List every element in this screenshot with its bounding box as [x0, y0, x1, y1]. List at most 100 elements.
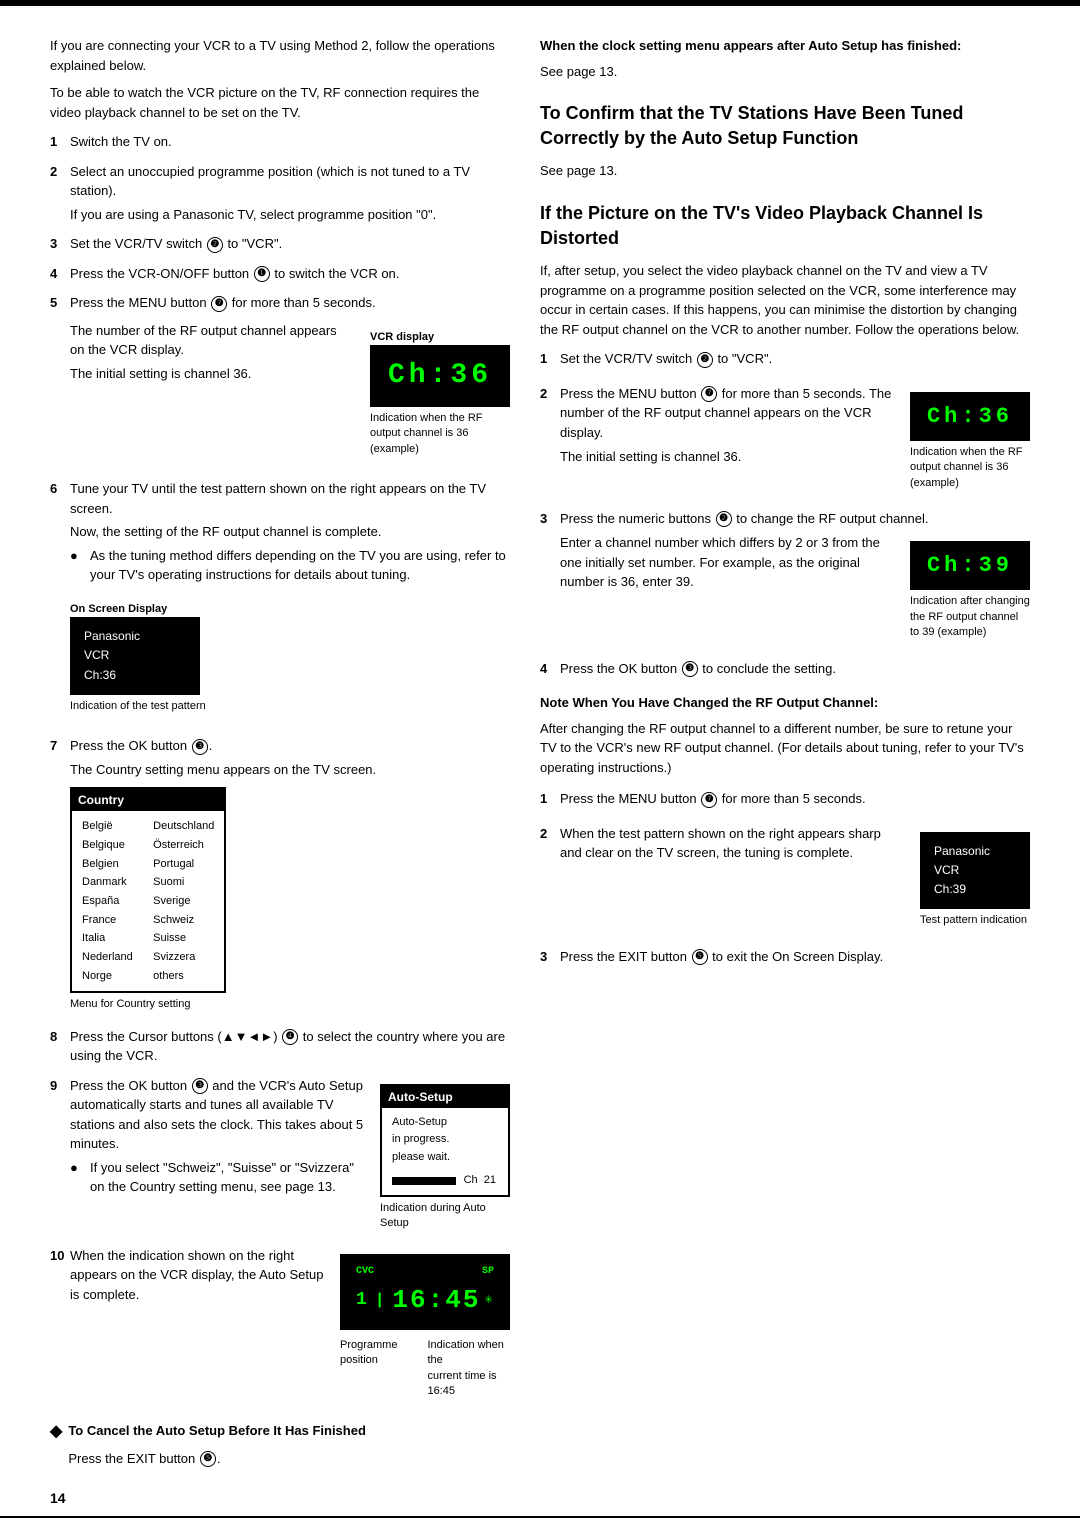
distorted-intro: If, after setup, you select the video pl… — [540, 261, 1030, 339]
onscreen-ch39-vcr: VCR — [934, 861, 1016, 880]
final-step-2: 2 When the test pattern shown on the rig… — [540, 824, 1030, 937]
bottom-rule — [0, 1516, 1080, 1518]
intro-para-1: If you are connecting your VCR to a TV u… — [50, 36, 510, 75]
step-5-extra2: The initial setting is channel 36. — [70, 364, 350, 384]
final-step-1-text: Press the MENU button ❼ for more than 5 … — [560, 789, 1030, 809]
vcr-display-ch36-right: Ch:36 — [910, 392, 1030, 441]
cancel-heading: To Cancel the Auto Setup Before It Has F… — [68, 1423, 366, 1438]
onscreen-ch36: Ch:36 — [84, 666, 186, 685]
autosetup-progress — [392, 1177, 456, 1185]
step-6-num: 6 — [50, 479, 70, 730]
cancel-text: Press the EXIT button ❺. — [68, 1449, 366, 1469]
country-header: Country — [72, 789, 224, 811]
right-step-3: 3 Press the numeric buttons ❷ to change … — [540, 509, 1030, 649]
vcr-display-ch36-step5: Ch:36 — [370, 345, 510, 407]
clock-heading: When the clock setting menu appears afte… — [540, 38, 961, 53]
step-10: 10 When the indication shown on the righ… — [50, 1246, 510, 1408]
onscreen-panasonic: Panasonic — [84, 627, 186, 646]
onscreen-display-6: Panasonic VCR Ch:36 — [70, 617, 200, 695]
clock-section: When the clock setting menu appears afte… — [540, 36, 1030, 81]
final-step-1: 1 Press the MENU button ❼ for more than … — [540, 789, 1030, 814]
step-10-text: When the indication shown on the right a… — [70, 1246, 324, 1305]
right-step-2-extra: The initial setting is channel 36. — [560, 447, 894, 467]
right-step-2-text: Press the MENU button ❼ for more than 5 … — [560, 384, 894, 443]
autosetup-ch-label: Ch 21 — [464, 1172, 496, 1189]
right-final-list: 1 Press the MENU button ❼ for more than … — [540, 789, 1030, 971]
vcr-display-ch39: Ch:39 — [910, 541, 1030, 590]
right-column: When the clock setting menu appears afte… — [540, 36, 1030, 1476]
page-number: 14 — [50, 1490, 66, 1506]
vcr-time-display: CVC SP 1 | 16:45 ✳ — [340, 1254, 510, 1330]
final-step-3: 3 Press the EXIT button ❺ to exit the On… — [540, 947, 1030, 972]
vcr-display-caption-right-2: Indication when the RF output channel is… — [910, 445, 1030, 491]
autosetup-item2: in progress. — [392, 1131, 498, 1149]
step-9-text: Press the OK button ❸ and the VCR's Auto… — [70, 1076, 364, 1154]
final-step-2-num: 2 — [540, 824, 560, 937]
right-step-1-text: Set the VCR/TV switch ❷ to "VCR". — [560, 349, 1030, 369]
final-step-3-text: Press the EXIT button ❺ to exit the On S… — [560, 947, 1030, 967]
step-7-num: 7 — [50, 736, 70, 1021]
onscreen-vcr: VCR — [84, 646, 186, 665]
bullet-6: ● — [70, 546, 90, 585]
test-pattern-caption: Test pattern indication — [920, 913, 1027, 928]
step-1: 1 Switch the TV on. — [50, 132, 510, 156]
confirm-text: See page 13. — [540, 161, 1030, 181]
time-label: Indication when thecurrent time is 16:45 — [427, 1338, 510, 1400]
step-7: 7 Press the OK button ❸. The Country set… — [50, 736, 510, 1021]
step-6-text: Tune your TV until the test pattern show… — [70, 479, 510, 518]
step-9-num: 9 — [50, 1076, 70, 1240]
step-2-text: Select an unoccupied programme position … — [70, 162, 510, 201]
step-1-num: 1 — [50, 132, 70, 156]
final-step-3-num: 3 — [540, 947, 560, 972]
step-8-text: Press the Cursor buttons (▲▼◄►) ❹ to sel… — [70, 1027, 510, 1066]
clock-text: See page 13. — [540, 62, 1030, 82]
step-8-num: 8 — [50, 1027, 70, 1070]
vcr-display-label-5: VCR display — [370, 329, 434, 346]
step-5-num: 5 — [50, 293, 70, 473]
step-4-text: Press the VCR-ON/OFF button ❶ to switch … — [70, 264, 510, 284]
right-step-4-text: Press the OK button ❸ to conclude the se… — [560, 659, 1030, 679]
bullet-9: ● — [70, 1158, 90, 1197]
step-7-text: Press the OK button ❸. — [70, 736, 510, 756]
step-6: 6 Tune your TV until the test pattern sh… — [50, 479, 510, 730]
prog-num: 1 — [356, 1287, 367, 1314]
country-box: Country België Belgique Belgien Danmark … — [70, 787, 226, 993]
right-step-2: 2 Press the MENU button ❼ for more than … — [540, 384, 1030, 499]
autosetup-item3: please wait. — [392, 1149, 498, 1167]
step-5: 5 Press the MENU button ❼ for more than … — [50, 293, 510, 473]
right-step-3-text: Press the numeric buttons ❷ to change th… — [560, 509, 1030, 529]
autosetup-box: Auto-Setup Auto-Setup in progress. pleas… — [380, 1084, 510, 1197]
step-6-extra: Now, the setting of the RF output channe… — [70, 522, 510, 542]
final-step-2-text: When the test pattern shown on the right… — [560, 824, 904, 863]
step-4: 4 Press the VCR-ON/OFF button ❶ to switc… — [50, 264, 510, 288]
step-5-text: Press the MENU button ❼ for more than 5 … — [70, 293, 510, 313]
time-separator-left: | — [371, 1288, 389, 1312]
left-column: If you are connecting your VCR to a TV u… — [50, 36, 510, 1476]
note-heading: Note When You Have Changed the RF Output… — [540, 693, 1030, 713]
step-10-num: 10 — [50, 1246, 70, 1408]
right-step-4-num: 4 — [540, 659, 560, 684]
step-4-num: 4 — [50, 264, 70, 288]
right-step-4: 4 Press the OK button ❸ to conclude the … — [540, 659, 1030, 684]
step-6-bullet: As the tuning method differs depending o… — [90, 546, 510, 585]
vcr-display-caption-5: Indication when the RF output channel is… — [370, 411, 510, 457]
prog-label: Programmeposition — [340, 1338, 397, 1400]
step-2: 2 Select an unoccupied programme positio… — [50, 162, 510, 229]
autosetup-header: Auto-Setup — [382, 1086, 508, 1108]
onscreen-ch39-box: Panasonic VCR Ch:39 — [920, 832, 1030, 910]
autosetup-caption: Indication during Auto Setup — [380, 1201, 510, 1232]
step-7-extra: The Country setting menu appears on the … — [70, 760, 510, 780]
country-right: Deutschland Österreich Portugal Suomi Sv… — [153, 817, 214, 985]
sp-indicator: SP — [482, 1264, 494, 1279]
distorted-section: If the Picture on the TV's Video Playbac… — [540, 201, 1030, 971]
step-3-num: 3 — [50, 234, 70, 258]
right-step-2-num: 2 — [540, 384, 560, 499]
step-2-extra: If you are using a Panasonic TV, select … — [70, 205, 510, 225]
numbered-list: 1 Switch the TV on. 2 Select an unoccupi… — [50, 132, 510, 1407]
step-5-extra1: The number of the RF output channel appe… — [70, 321, 350, 360]
confirm-heading: To Confirm that the TV Stations Have Bee… — [540, 101, 1030, 151]
asterisk: ✳ — [484, 1290, 492, 1311]
onscreen-ch39-ch: Ch:39 — [934, 880, 1016, 899]
cancel-section: ◆ To Cancel the Auto Setup Before It Has… — [50, 1421, 510, 1476]
intro-para-2: To be able to watch the VCR picture on t… — [50, 83, 510, 122]
